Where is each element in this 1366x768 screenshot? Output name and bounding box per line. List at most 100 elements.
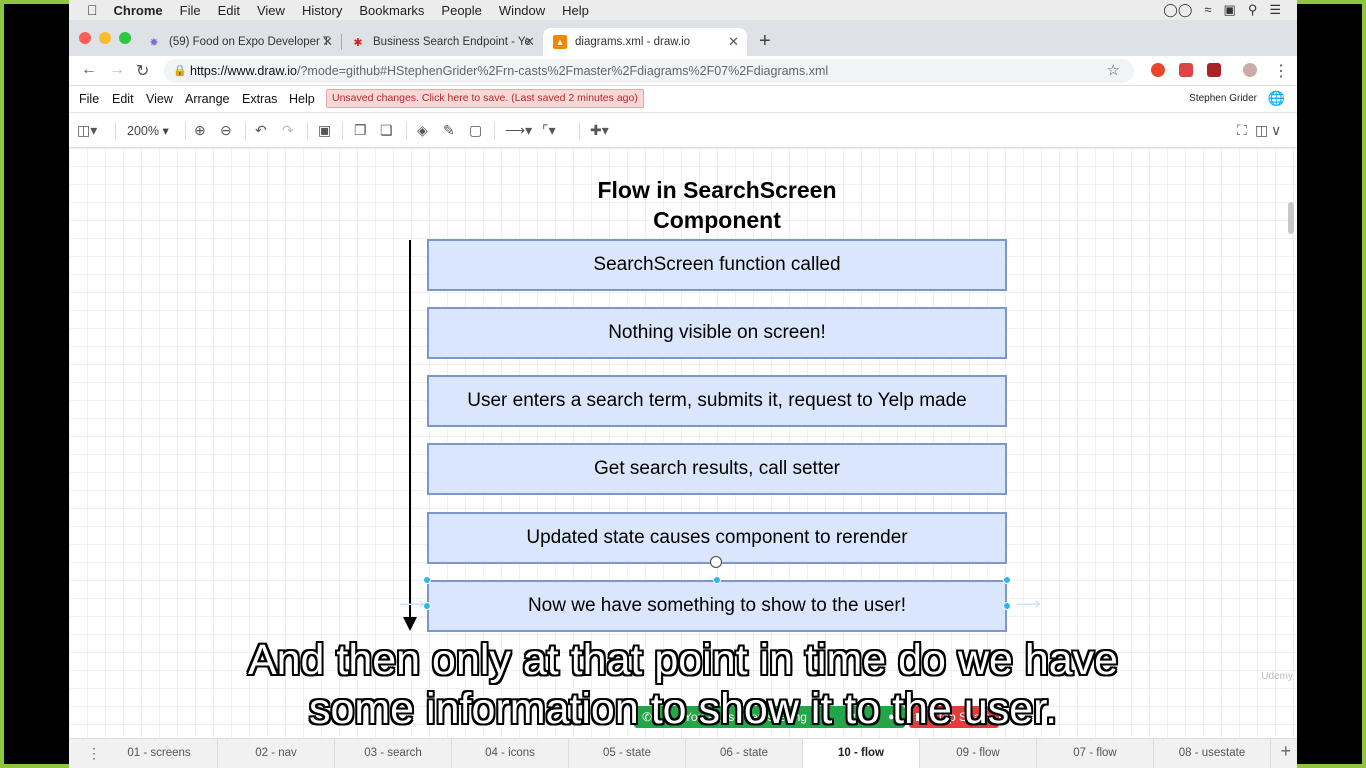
new-tab-icon[interactable]: +	[759, 30, 771, 53]
line-color-icon[interactable]: ✎	[443, 122, 455, 139]
resize-handle[interactable]	[1003, 602, 1011, 610]
flow-step-box[interactable]: Get search results, call setter	[427, 443, 1007, 495]
connection-icon[interactable]: ⟶▾	[505, 122, 532, 139]
undo-icon[interactable]: ↶	[255, 122, 267, 139]
close-icon[interactable]: ✕	[524, 34, 535, 50]
unsaved-changes-notice[interactable]: Unsaved changes. Click here to save. (La…	[326, 89, 644, 108]
resize-handle[interactable]	[713, 576, 721, 584]
waypoints-icon[interactable]: ⌜▾	[542, 122, 556, 139]
zoom-out-icon[interactable]: ⊖	[220, 122, 232, 139]
to-front-icon[interactable]: ❐	[354, 122, 367, 139]
minimize-window-icon[interactable]	[99, 32, 111, 44]
rotate-handle[interactable]	[710, 556, 722, 568]
page-tab[interactable]: 04 - icons	[452, 739, 569, 768]
bookmark-star-icon[interactable]: ☆	[1107, 59, 1120, 83]
battery-icon[interactable]: ▣	[1224, 2, 1236, 18]
drawio-menu-file[interactable]: File	[79, 92, 99, 106]
page-tab[interactable]: 07 - flow	[1037, 739, 1154, 768]
drawio-menubar: File Edit View Arrange Extras Help Unsav…	[69, 86, 1297, 112]
pages-menu-icon[interactable]: ⋮	[87, 745, 101, 762]
close-window-icon[interactable]	[79, 32, 91, 44]
page-tab[interactable]: 06 - state	[686, 739, 803, 768]
format-icon[interactable]: ◫	[1255, 122, 1268, 139]
glasses-icon[interactable]: ◯◯	[1163, 2, 1192, 18]
page-tab[interactable]: 01 - screens	[101, 739, 218, 768]
resize-handle[interactable]	[1003, 576, 1011, 584]
tab-title: diagrams.xml - draw.io	[575, 36, 691, 48]
menu-window[interactable]: Window	[499, 3, 545, 18]
connect-arrow-left-icon[interactable]: ⟶	[399, 594, 425, 615]
menu-edit[interactable]: Edit	[218, 3, 240, 18]
extension-icon[interactable]	[1207, 63, 1221, 77]
maximize-window-icon[interactable]	[119, 32, 131, 44]
fill-color-icon[interactable]: ◈	[417, 122, 428, 139]
menu-history[interactable]: History	[302, 3, 342, 18]
close-icon[interactable]: ✕	[322, 34, 333, 50]
drawio-menu-view[interactable]: View	[146, 92, 173, 106]
extension-icon[interactable]	[1179, 63, 1193, 77]
zoom-in-icon[interactable]: ⊕	[194, 122, 206, 139]
drawio-toolbar: ◫▾ 200% ▾ ⊕ ⊖ ↶ ↷ ▣ ❐ ❏ ◈ ✎ ▢ ⟶▾ ⌜▾ ✚▾ ⛶…	[69, 112, 1297, 148]
drawio-menu-help[interactable]: Help	[289, 92, 315, 106]
url-field[interactable]: 🔒 https://www.draw.io/?mode=github#HStep…	[164, 59, 1134, 83]
to-back-icon[interactable]: ❏	[380, 122, 393, 139]
close-icon[interactable]: ✕	[728, 34, 739, 50]
drawio-menu-arrange[interactable]: Arrange	[185, 92, 229, 106]
connect-arrow-right-icon[interactable]: ⟶	[1015, 594, 1041, 615]
shadow-icon[interactable]: ▢	[469, 122, 482, 139]
search-icon[interactable]: ⚲	[1248, 2, 1258, 18]
flow-step-box-selected[interactable]: Now we have something to show to the use…	[427, 580, 1007, 632]
yelp-icon: ✱	[353, 36, 363, 49]
insert-icon[interactable]: ✚▾	[590, 122, 609, 139]
collapse-icon[interactable]: ∨	[1271, 122, 1281, 139]
avatar[interactable]	[1243, 63, 1257, 77]
flow-step-box[interactable]: User enters a search term, submits it, r…	[427, 375, 1007, 427]
zoom-value: 200%	[127, 124, 159, 138]
menu-bookmarks[interactable]: Bookmarks	[359, 3, 424, 18]
menu-people[interactable]: People	[441, 3, 481, 18]
browser-tab-expo[interactable]: ✸ (59) Food on Expo Developer T ✕	[137, 28, 342, 56]
page-tab-active[interactable]: 10 - flow	[803, 739, 920, 768]
forward-icon[interactable]: →	[109, 61, 125, 79]
zoom-level[interactable]: 200% ▾	[127, 123, 169, 138]
browser-tab-bar: ✸ (59) Food on Expo Developer T ✕ ✱ Busi…	[69, 20, 1297, 56]
drawio-menu-edit[interactable]: Edit	[112, 92, 134, 106]
flow-step-box[interactable]: Nothing visible on screen!	[427, 307, 1007, 359]
reload-icon[interactable]: ↻	[136, 61, 149, 81]
delete-icon[interactable]: ▣	[318, 122, 331, 139]
extension-icon[interactable]	[1151, 63, 1165, 77]
vertical-scrollbar[interactable]	[1288, 202, 1294, 234]
page-tab[interactable]: 05 - state	[569, 739, 686, 768]
window-controls	[79, 32, 131, 44]
drawio-icon: ▲	[553, 35, 567, 49]
menu-app-name[interactable]: Chrome	[114, 3, 163, 18]
user-name[interactable]: Stephen Grider	[1189, 93, 1257, 104]
page-tab[interactable]: 09 - flow	[920, 739, 1037, 768]
browser-tab-drawio[interactable]: ▲ diagrams.xml - draw.io ✕	[543, 28, 747, 56]
subtitle-line-2: some information to show it to the user.	[308, 685, 1058, 733]
redo-icon[interactable]: ↷	[282, 122, 294, 139]
wifi-icon[interactable]: ≈	[1204, 2, 1211, 18]
flow-arrow[interactable]	[409, 240, 411, 624]
drawio-menu-extras[interactable]: Extras	[242, 92, 277, 106]
url-host: https://www.draw.io	[190, 64, 297, 78]
menu-view[interactable]: View	[257, 3, 285, 18]
page-tab[interactable]: 08 - usestate	[1154, 739, 1271, 768]
chat-icon: ✸	[149, 36, 159, 49]
page-tab[interactable]: 02 - nav	[218, 739, 335, 768]
resize-handle[interactable]	[423, 576, 431, 584]
flow-step-box[interactable]: SearchScreen function called	[427, 239, 1007, 291]
format-panel-icon[interactable]: ◫▾	[77, 122, 97, 139]
apple-icon[interactable]: 	[87, 2, 98, 18]
fullscreen-icon[interactable]: ⛶	[1237, 122, 1247, 139]
menu-file[interactable]: File	[180, 3, 201, 18]
browser-tab-yelp[interactable]: ✱ Business Search Endpoint - Ye ✕	[341, 28, 543, 56]
back-icon[interactable]: ←	[81, 61, 97, 79]
page-tab[interactable]: 03 - search	[335, 739, 452, 768]
globe-icon[interactable]: 🌐	[1268, 90, 1285, 107]
list-icon[interactable]: ☰	[1269, 2, 1281, 18]
menu-help[interactable]: Help	[562, 3, 589, 18]
diagram-title[interactable]: Flow in SearchScreen Component	[563, 175, 871, 235]
add-page-icon[interactable]: +	[1280, 741, 1291, 762]
more-icon[interactable]: ⋮	[1273, 61, 1289, 81]
